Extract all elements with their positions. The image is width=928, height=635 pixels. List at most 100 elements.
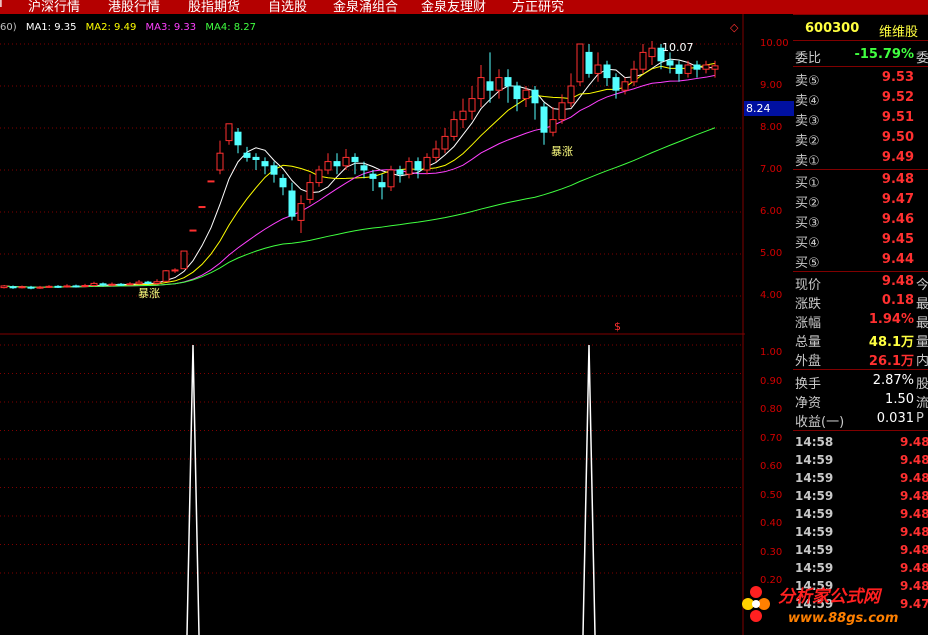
- candle-body: [360, 165, 368, 171]
- menu-item-0[interactable]: 沪深行情: [28, 0, 80, 14]
- info-label: 收益(一): [795, 415, 845, 430]
- tick-price: 9.48: [900, 561, 928, 575]
- watermark-title: 分析家公式网: [778, 587, 880, 607]
- quote-panel: 600300 维维股 委比 -15.79% 委 卖⑤ 9.53 卖④ 9.52 卖③…: [793, 14, 928, 635]
- weibi-value: -15.79%: [854, 47, 914, 62]
- legend-ma3: MA3: 9.33: [145, 22, 197, 33]
- tick-time: 14:59: [795, 561, 834, 575]
- candle-body: [468, 98, 476, 112]
- candle-body: [18, 286, 26, 289]
- indicator-axis-label: 0.40: [760, 518, 783, 529]
- candle-body: [351, 156, 359, 163]
- menu-item-6[interactable]: 方正研究: [512, 0, 564, 14]
- surge-label-2: 暴涨: [551, 145, 573, 158]
- stat-extra: 今: [916, 278, 928, 293]
- tick-price: 9.48: [900, 453, 928, 467]
- tick-row: 14:59 9.48: [793, 525, 928, 543]
- candle-body: [684, 64, 692, 74]
- candle-body: [675, 64, 683, 74]
- price-axis-label: 9.00: [760, 80, 783, 91]
- candle-body: [108, 283, 116, 286]
- tick-price: 9.48: [900, 525, 928, 539]
- sell-label: 卖⑤: [795, 74, 820, 89]
- kline-chart[interactable]: 10.07 暴涨 暴涨 $ ◇: [0, 14, 745, 635]
- info-row-eps: 收益(一) 0.031 P: [793, 411, 928, 430]
- grid-lines: [0, 43, 742, 574]
- sell-price: 9.52: [881, 90, 914, 105]
- candle-body: [144, 281, 152, 284]
- candle-body: [585, 51, 593, 74]
- tick-row: 14:58 9.48: [793, 435, 928, 453]
- candle-body: [522, 89, 530, 100]
- moving-average-lines: [3, 58, 716, 288]
- candlesticks: [0, 41, 719, 290]
- weibi-label: 委比: [795, 51, 822, 66]
- tick-time: 14:59: [795, 471, 834, 485]
- ma3-line: [3, 74, 716, 288]
- candle-body: [45, 285, 53, 288]
- candle-body: [243, 152, 251, 158]
- buy-row-5: 买⑤ 9.44: [793, 252, 928, 271]
- tick-row: 14:59 9.48: [793, 453, 928, 471]
- buy-price: 9.46: [881, 212, 914, 227]
- candle-body: [117, 283, 125, 286]
- buy-price: 9.45: [881, 232, 914, 247]
- indicator-spike: [582, 344, 596, 635]
- candle-body: [639, 51, 647, 70]
- weibi-row: 委比 -15.79% 委: [793, 47, 928, 66]
- tick-price: 9.48: [900, 435, 928, 449]
- candle-body: [216, 152, 224, 171]
- menu-item-5[interactable]: 金泉友理财: [421, 0, 486, 14]
- candle-body: [135, 281, 143, 285]
- menu-item-3[interactable]: 自选股: [268, 0, 307, 14]
- indicator-spike: [186, 344, 200, 635]
- buy-row-4: 买④ 9.45: [793, 232, 928, 251]
- price-axis-label: 4.00: [760, 290, 783, 301]
- candle-body: [153, 281, 161, 284]
- price-axis-label: 6.00: [760, 206, 783, 217]
- candle-body: [666, 60, 674, 66]
- candle-body: [558, 102, 566, 121]
- weibi-extra: 委: [916, 51, 928, 66]
- candle-body: [0, 285, 8, 289]
- stat-value: 1.94%: [868, 312, 914, 327]
- menu-item-1[interactable]: 港股行情: [108, 0, 160, 14]
- tick-time: 14:59: [795, 489, 834, 503]
- buy-row-1: 买① 9.48: [793, 172, 928, 191]
- top-menu-bar: I 沪深行情 港股行情 股指期货 自选股 金泉涌组合 金泉友理财 方正研究: [0, 0, 928, 14]
- candle-body: [612, 77, 620, 91]
- tick-row: 14:59 9.48: [793, 561, 928, 579]
- diamond-icon[interactable]: ◇: [730, 21, 739, 34]
- menu-item-2[interactable]: 股指期货: [188, 0, 240, 14]
- candle-body: [63, 285, 71, 288]
- info-row-netasset: 净资 1.50 流: [793, 392, 928, 411]
- tick-price: 9.48: [900, 507, 928, 521]
- price-axis-label: 10.00: [760, 38, 789, 49]
- tick-price: 9.48: [900, 543, 928, 557]
- buy-price: 9.47: [881, 192, 914, 207]
- candle-body: [90, 282, 98, 286]
- candle-body: [576, 43, 584, 83]
- tick-time: 14:59: [795, 507, 834, 521]
- indicator-line: [186, 344, 596, 635]
- stat-value: 48.1万: [868, 335, 914, 350]
- candle-body: [513, 85, 521, 100]
- candle-body: [36, 286, 44, 289]
- indicator-axis-label: 0.90: [760, 376, 783, 387]
- current-price-tag: 8.24: [744, 101, 794, 116]
- stat-extra: 内: [916, 354, 928, 369]
- candle-body: [225, 123, 233, 142]
- tick-time: 14:59: [795, 525, 834, 539]
- candle-body: [234, 131, 242, 146]
- candle-body: [261, 161, 269, 167]
- info-extra: P: [916, 411, 924, 426]
- stat-extra: 量: [916, 335, 928, 350]
- sell-row-1: 卖① 9.49: [793, 150, 928, 169]
- candle-body: [126, 283, 134, 286]
- stat-value: 0.18: [881, 293, 914, 308]
- candle-body: [207, 180, 215, 183]
- ma4-line: [3, 127, 716, 288]
- buy-label: 买⑤: [795, 256, 820, 271]
- candle-body: [198, 206, 206, 209]
- menu-item-4[interactable]: 金泉涌组合: [333, 0, 398, 14]
